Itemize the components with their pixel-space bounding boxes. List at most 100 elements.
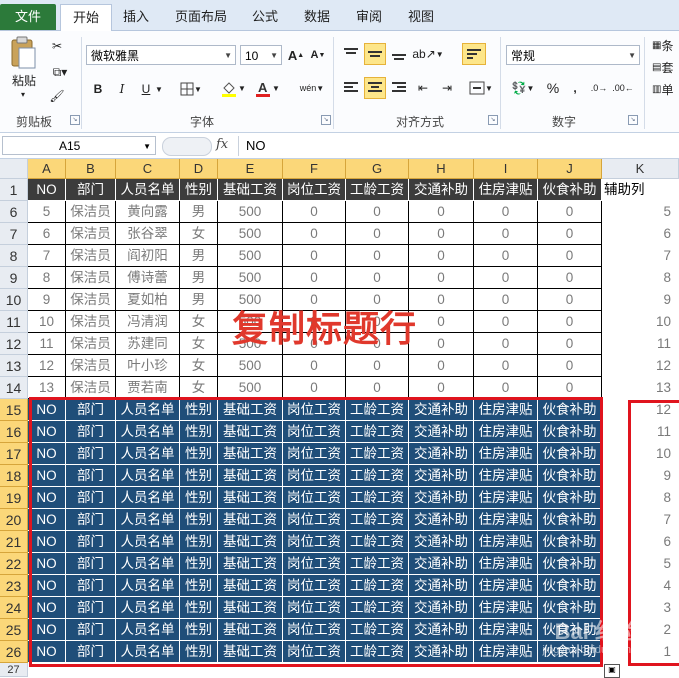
column-header-e[interactable]: E (218, 159, 283, 179)
align-center-icon[interactable] (364, 77, 386, 99)
column-header-i[interactable]: I (474, 159, 538, 179)
row-header[interactable]: 11 (0, 311, 28, 333)
table-cell[interactable]: 8 (28, 267, 66, 289)
table-cell[interactable]: 0 (346, 355, 409, 377)
row-header[interactable]: 26 (0, 641, 28, 663)
table-cell[interactable]: 0 (538, 311, 602, 333)
table-cell[interactable]: 女 (180, 333, 218, 355)
row-header[interactable]: 23 (0, 575, 28, 597)
column-header-f[interactable]: F (283, 159, 346, 179)
orientation-icon[interactable]: ab↗ ▼ (412, 43, 443, 65)
number-launcher-icon[interactable]: ↘ (628, 115, 638, 125)
table-cell[interactable]: 保洁员 (66, 355, 116, 377)
number-format-combo[interactable]: 常规 ▼ (506, 45, 640, 65)
column-header-j[interactable]: J (538, 159, 602, 179)
table-cell[interactable]: 6 (28, 223, 66, 245)
table-cell[interactable]: 黄向露 (116, 201, 180, 223)
paste-icon[interactable] (6, 35, 40, 71)
table-cell[interactable]: 保洁员 (66, 333, 116, 355)
aux-cell[interactable]: 10 (602, 311, 679, 333)
table-cell[interactable]: 0 (474, 201, 538, 223)
aux-column-header[interactable]: 辅助列 (602, 179, 679, 201)
header-cell[interactable]: 伙食补助 (538, 179, 602, 201)
paste-button[interactable]: 粘贴 (8, 73, 40, 88)
table-cell[interactable]: 0 (283, 377, 346, 399)
row-header[interactable]: 10 (0, 289, 28, 311)
table-cell[interactable]: 冯清润 (116, 311, 180, 333)
table-cell[interactable]: 傅诗蕾 (116, 267, 180, 289)
aux-cell[interactable]: 12 (602, 355, 679, 377)
row-header[interactable]: 18 (0, 465, 28, 487)
format-painter-icon[interactable]: 🖌 (48, 87, 66, 105)
table-cell[interactable]: 7 (28, 245, 66, 267)
table-cell[interactable]: 男 (180, 245, 218, 267)
cut-icon[interactable]: ✂ (48, 37, 66, 55)
table-cell[interactable]: 0 (538, 355, 602, 377)
table-cell[interactable]: 保洁员 (66, 289, 116, 311)
table-cell[interactable]: 贾若南 (116, 377, 180, 399)
table-cell[interactable]: 10 (28, 311, 66, 333)
font-family-combo[interactable]: 微软雅黑 ▼ (86, 45, 236, 65)
table-cell[interactable]: 0 (538, 201, 602, 223)
table-cell[interactable]: 0 (538, 267, 602, 289)
align-middle-icon[interactable] (364, 43, 386, 65)
column-header-d[interactable]: D (180, 159, 218, 179)
formula-content[interactable]: NO (246, 138, 266, 153)
table-cell[interactable]: 保洁员 (66, 267, 116, 289)
table-cell[interactable]: 0 (538, 245, 602, 267)
decrease-decimal-icon[interactable]: .00← (612, 77, 634, 99)
header-cell[interactable]: 性别 (180, 179, 218, 201)
table-cell[interactable]: 0 (346, 201, 409, 223)
tab-data[interactable]: 数据 (298, 5, 336, 30)
row-header[interactable]: 21 (0, 531, 28, 553)
table-cell[interactable]: 女 (180, 355, 218, 377)
table-cell[interactable]: 0 (409, 355, 474, 377)
font-color-icon[interactable]: A ▼ (254, 77, 280, 99)
aux-cell[interactable]: 13 (602, 377, 679, 399)
aux-cell[interactable]: 7 (602, 245, 679, 267)
table-cell[interactable]: 9 (28, 289, 66, 311)
table-cell[interactable]: 女 (180, 223, 218, 245)
font-size-combo[interactable]: 10 ▼ (240, 45, 282, 65)
align-top-icon[interactable] (340, 43, 362, 65)
tab-formulas[interactable]: 公式 (246, 5, 284, 30)
header-cell[interactable]: NO (28, 179, 66, 201)
table-cell[interactable]: 苏建同 (116, 333, 180, 355)
table-cell[interactable]: 0 (474, 377, 538, 399)
table-cell[interactable]: 12 (28, 355, 66, 377)
table-cell[interactable]: 0 (474, 267, 538, 289)
row-header[interactable]: 25 (0, 619, 28, 641)
copy-icon[interactable]: ⧉▾ (48, 63, 72, 81)
table-cell[interactable]: 0 (409, 223, 474, 245)
table-cell[interactable]: 0 (346, 267, 409, 289)
row-header[interactable]: 14 (0, 377, 28, 399)
column-header-k[interactable]: K (602, 159, 679, 179)
table-cell[interactable]: 女 (180, 377, 218, 399)
tab-insert[interactable]: 插入 (116, 5, 156, 30)
table-cell[interactable]: 保洁员 (66, 377, 116, 399)
align-left-icon[interactable] (340, 77, 362, 99)
table-cell[interactable]: 0 (283, 355, 346, 377)
table-cell[interactable]: 500 (218, 223, 283, 245)
table-cell[interactable]: 0 (409, 333, 474, 355)
row-header[interactable]: 16 (0, 421, 28, 443)
table-cell[interactable]: 0 (409, 289, 474, 311)
decrease-font-icon[interactable]: A ▼ (310, 45, 326, 65)
table-cell[interactable]: 11 (28, 333, 66, 355)
table-cell[interactable]: 0 (538, 223, 602, 245)
table-cell[interactable]: 5 (28, 201, 66, 223)
comma-style-icon[interactable]: , (566, 77, 584, 99)
align-bottom-icon[interactable] (388, 43, 410, 65)
table-cell[interactable]: 0 (409, 267, 474, 289)
table-cell[interactable]: 0 (346, 377, 409, 399)
column-header-b[interactable]: B (66, 159, 116, 179)
table-cell[interactable]: 男 (180, 267, 218, 289)
aux-cell[interactable]: 11 (602, 333, 679, 355)
increase-indent-icon[interactable]: ⇥ (436, 77, 458, 99)
table-cell[interactable]: 0 (409, 245, 474, 267)
fill-color-icon[interactable]: ▼ (220, 77, 246, 99)
table-cell[interactable]: 0 (474, 355, 538, 377)
table-cell[interactable]: 夏如柏 (116, 289, 180, 311)
table-cell[interactable]: 500 (218, 355, 283, 377)
aux-cell[interactable]: 8 (602, 267, 679, 289)
